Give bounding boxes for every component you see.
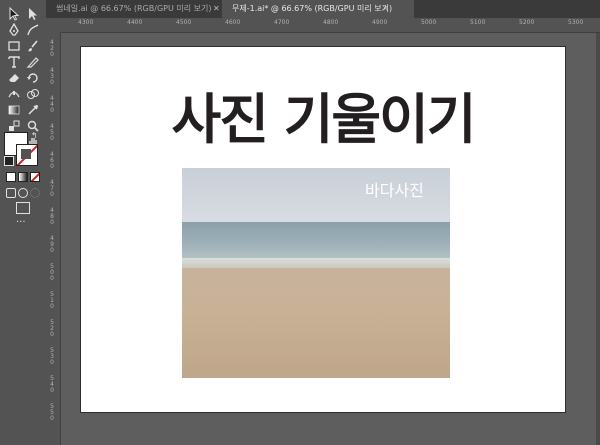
- gradient-mode-icon[interactable]: [18, 172, 28, 182]
- ruler-label: 4 7 0: [50, 179, 54, 198]
- ruler-label: 5 2 0: [50, 319, 54, 338]
- stroke-swatch[interactable]: [16, 144, 38, 166]
- ruler-label: 4 5 0: [50, 123, 54, 142]
- eraser-tool-icon[interactable]: [6, 70, 22, 86]
- draw-inside-icon[interactable]: [30, 188, 40, 198]
- eyedropper-tool-icon[interactable]: [25, 102, 41, 118]
- tab-thumbnail-doc[interactable]: 썸네일.ai @ 66.67% (RGB/GPU 미리 보기) ✕: [46, 0, 220, 18]
- ruler-label: 5100: [470, 19, 486, 26]
- screen-mode-icon[interactable]: [16, 202, 30, 214]
- tab-label: 썸네일.ai @ 66.67% (RGB/GPU 미리 보기): [56, 4, 212, 13]
- none-mode-icon[interactable]: [30, 172, 40, 182]
- ruler-label: 4 9 0: [50, 235, 54, 254]
- vertical-scrollbar[interactable]: [596, 33, 600, 445]
- pen-tool-icon[interactable]: [6, 22, 22, 38]
- rectangle-tool-icon[interactable]: [6, 38, 22, 54]
- ruler-label: 5000: [421, 19, 437, 26]
- ruler-label: 4800: [323, 19, 339, 26]
- shape-builder-tool-icon[interactable]: [25, 86, 41, 102]
- heading-text[interactable]: 사진 기울이기: [81, 75, 565, 154]
- ruler-label: 4900: [372, 19, 388, 26]
- tools-panel: ↰ ···: [0, 0, 47, 445]
- tab-untitled-doc[interactable]: 무제-1.ai* @ 66.67% (RGB/GPU 미리 보기) ✕: [222, 0, 414, 18]
- close-tab-icon[interactable]: ✕: [213, 0, 220, 18]
- ruler-label: 5300: [568, 19, 584, 26]
- ruler-label: 4 6 0: [50, 151, 54, 170]
- ruler-label: 5200: [519, 19, 535, 26]
- paintbrush-tool-icon[interactable]: [25, 38, 41, 54]
- ruler-label: 4 2 0: [50, 39, 54, 58]
- document-tab-bar: 썸네일.ai @ 66.67% (RGB/GPU 미리 보기) ✕ 무제-1.a…: [46, 0, 600, 18]
- ruler-label: 4400: [127, 19, 143, 26]
- ruler-label: 4500: [176, 19, 192, 26]
- horizontal-ruler[interactable]: 4300 4400 4500 4600 4700 4800 4900 5000 …: [62, 18, 600, 33]
- ruler-label: 4 4 0: [50, 95, 54, 114]
- draw-normal-icon[interactable]: [6, 188, 16, 198]
- ruler-origin[interactable]: [46, 18, 62, 32]
- curvature-tool-icon[interactable]: [25, 22, 41, 38]
- ruler-label: 5 4 0: [50, 375, 54, 394]
- draw-behind-icon[interactable]: [18, 188, 28, 198]
- artboard[interactable]: 사진 기울이기 바다사진: [81, 47, 565, 412]
- ruler-label: 4 3 0: [50, 67, 54, 86]
- tab-label: 무제-1.ai* @ 66.67% (RGB/GPU 미리 보기): [232, 4, 393, 13]
- photo-caption[interactable]: 바다사진: [365, 177, 424, 201]
- more-tools-icon[interactable]: ···: [16, 218, 30, 228]
- gradient-tool-icon[interactable]: [6, 102, 22, 118]
- photo-sand: [182, 268, 450, 378]
- default-colors-icon[interactable]: [4, 156, 14, 166]
- ruler-label: 5 5 0: [50, 403, 54, 422]
- swap-arrow-icon[interactable]: ↰: [31, 132, 39, 140]
- ruler-label: 4 8 0: [50, 207, 54, 226]
- rotate-tool-icon[interactable]: [25, 70, 41, 86]
- ruler-label: 5 3 0: [50, 347, 54, 366]
- ruler-label: 4600: [225, 19, 241, 26]
- color-mode-icon[interactable]: [6, 172, 16, 182]
- ruler-label: 4300: [78, 19, 94, 26]
- width-tool-icon[interactable]: [6, 86, 22, 102]
- ruler-label: 5 1 0: [50, 291, 54, 310]
- pencil-tool-icon[interactable]: [25, 54, 41, 70]
- beach-photo[interactable]: 바다사진: [182, 168, 450, 378]
- direct-selection-tool-icon[interactable]: [25, 6, 41, 22]
- vertical-ruler[interactable]: 4 2 0 4 3 0 4 4 0 4 5 0 4 6 0 4 7 0 4 8 …: [46, 32, 61, 445]
- close-tab-icon[interactable]: ✕: [382, 0, 389, 18]
- type-tool-icon[interactable]: [6, 54, 22, 70]
- selection-tool-icon[interactable]: [6, 6, 22, 22]
- ruler-label: 5 0 0: [50, 263, 54, 282]
- ruler-label: 4700: [274, 19, 290, 26]
